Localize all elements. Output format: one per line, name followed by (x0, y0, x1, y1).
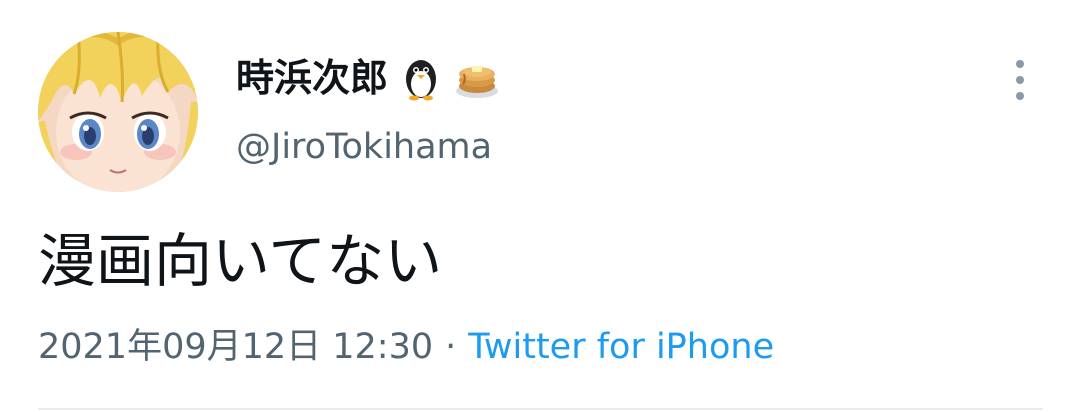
author-name-row[interactable]: 時浜次郎 (236, 48, 500, 108)
penguin-emoji-icon (406, 60, 437, 101)
meta-separator: · (445, 327, 457, 367)
avatar-illustration (38, 32, 198, 192)
more-dot-icon (1016, 60, 1024, 68)
tweet-card: 時浜次郎 @JiroTokihama 漫画向いてない 2021年09月12日 1… (0, 0, 1080, 412)
avatar[interactable] (38, 32, 198, 192)
more-options-button[interactable] (1000, 56, 1040, 104)
tweet-text: 漫画向いてない (38, 227, 443, 295)
tweet-source-link[interactable]: Twitter for iPhone (468, 327, 774, 367)
more-dot-icon (1016, 92, 1024, 100)
tweet-meta: 2021年09月12日 12:30 · Twitter for iPhone (38, 326, 774, 368)
pancakes-emoji-icon (456, 66, 499, 98)
tweet-timestamp[interactable]: 2021年09月12日 12:30 (38, 327, 433, 367)
display-name[interactable]: 時浜次郎 (236, 59, 388, 97)
author-handle[interactable]: @JiroTokihama (236, 126, 492, 168)
divider (38, 408, 1043, 410)
more-dot-icon (1016, 76, 1024, 84)
